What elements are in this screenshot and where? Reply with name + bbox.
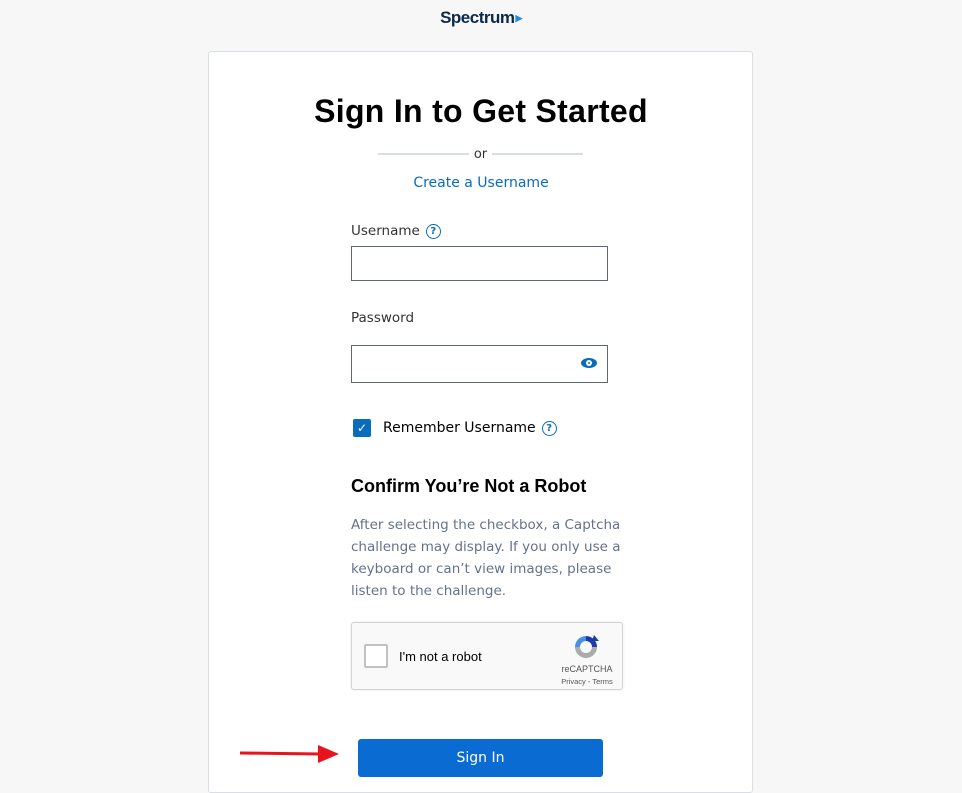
password-field[interactable] (351, 345, 608, 383)
captcha-description: After selecting the checkbox, a Captcha … (351, 517, 621, 599)
annotation-arrow-icon (239, 745, 339, 763)
recaptcha-label: I'm not a robot (399, 649, 482, 664)
divider-text: or (473, 146, 488, 162)
eye-icon[interactable] (581, 358, 597, 368)
recaptcha-brand: reCAPTCHA (561, 664, 613, 674)
divider-line-left (378, 153, 469, 155)
username-help-icon[interactable]: ? (425, 223, 441, 239)
remember-username-checkbox[interactable]: ✓ (353, 419, 371, 437)
spectrum-logo: Spectrum▶ (0, 8, 962, 28)
recaptcha-privacy-terms[interactable]: Privacy - Terms (552, 677, 622, 686)
username-label: Username (351, 223, 420, 239)
create-username-link[interactable]: Create a Username (0, 175, 962, 191)
logo-triangle-icon: ▶ (515, 13, 523, 24)
remember-help-icon[interactable]: ? (541, 420, 557, 436)
divider-line-right (492, 153, 583, 155)
sign-in-button[interactable]: Sign In (358, 739, 603, 777)
recaptcha-widget: I'm not a robot reCAPTCHA Privacy - Term… (351, 622, 623, 690)
logo-text: Spectrum (440, 8, 515, 27)
robot-heading: Confirm You’re Not a Robot (351, 476, 587, 496)
remember-username-row: Remember Username? (383, 420, 557, 436)
page-title: Sign In to Get Started (314, 93, 648, 129)
recaptcha-logo-icon (575, 635, 599, 658)
or-divider: or (378, 145, 583, 163)
username-input[interactable] (351, 246, 608, 281)
remember-username-label[interactable]: Remember Username (383, 420, 536, 436)
username-label-row: Username? (351, 223, 441, 239)
recaptcha-checkbox[interactable] (364, 644, 388, 668)
password-label: Password (351, 310, 415, 326)
